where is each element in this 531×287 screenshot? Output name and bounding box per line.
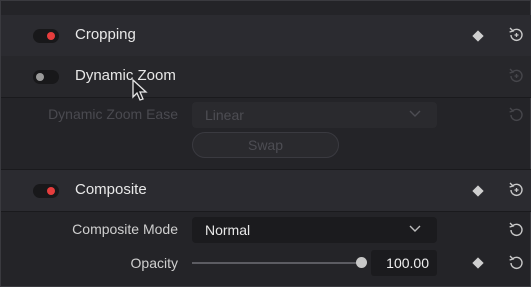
param-row-opacity: Opacity 100.00 [1,248,531,278]
composite-toggle[interactable] [33,184,59,198]
composite-mode-value: Normal [205,222,251,238]
opacity-value-field[interactable]: 100.00 [371,250,437,276]
toggle-knob [47,187,55,195]
toggle-knob [47,32,55,40]
reset-icon[interactable] [506,180,526,200]
section-header-cropping[interactable]: Cropping [1,15,531,57]
dynamic-zoom-ease-value: Linear [205,107,244,123]
mouse-pointer-icon [132,79,148,101]
param-row-dynamic-zoom-ease: Dynamic Zoom Ease Linear [1,99,531,129]
swap-button[interactable]: Swap [192,132,339,158]
cropping-toggle[interactable] [33,29,59,43]
opacity-label: Opacity [130,255,178,271]
chevron-down-icon [409,110,421,117]
dynamic-zoom-ease-label: Dynamic Zoom Ease [48,106,178,122]
composite-mode-dropdown[interactable]: Normal [192,217,437,243]
reset-icon[interactable] [506,25,526,45]
reset-icon[interactable] [506,220,526,240]
param-row-composite-mode: Composite Mode Normal [1,214,531,244]
reset-icon [509,68,523,82]
keyframe-diamond-icon[interactable] [472,30,484,42]
section-title-composite: Composite [75,181,147,198]
toggle-knob [36,73,44,81]
opacity-slider-handle[interactable] [356,257,367,268]
section-header-composite[interactable]: Composite [1,170,531,212]
dynamic-zoom-ease-dropdown[interactable]: Linear [192,102,437,128]
section-header-dynamic-zoom[interactable]: Dynamic Zoom [1,56,531,98]
reset-icon [509,107,523,121]
keyframe-diamond-icon[interactable] [472,185,484,197]
section-title-dynamic-zoom: Dynamic Zoom [75,67,176,84]
chevron-down-icon [409,225,421,232]
inspector-panel: Cropping Dynamic Zoom Dynamic Zoom Ease … [0,0,531,287]
keyframe-diamond-icon[interactable] [472,257,484,269]
reset-icon[interactable] [506,253,526,273]
section-title-cropping: Cropping [75,26,136,43]
opacity-slider-track[interactable] [192,262,362,264]
dynamic-zoom-toggle[interactable] [33,70,59,84]
composite-mode-label: Composite Mode [72,221,178,237]
